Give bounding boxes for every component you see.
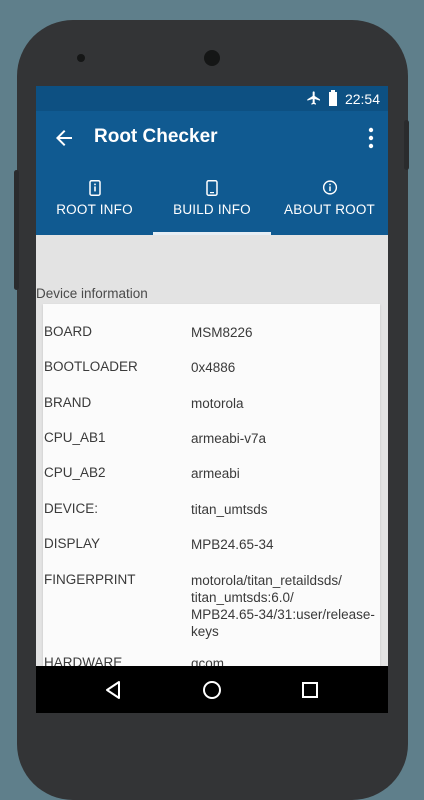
navigation-bar bbox=[36, 666, 388, 713]
volume-button bbox=[14, 170, 19, 290]
section-title: Device information bbox=[36, 286, 148, 301]
front-sensor bbox=[77, 54, 85, 62]
tab-root-info[interactable]: ROOT INFO bbox=[36, 167, 153, 235]
info-key: CPU_AB2 bbox=[44, 465, 106, 480]
info-key: BRAND bbox=[44, 395, 92, 410]
info-key: DISPLAY bbox=[44, 536, 101, 551]
info-value: armeabi-v7a bbox=[191, 431, 267, 446]
back-arrow-icon[interactable] bbox=[52, 126, 76, 150]
back-triangle-icon[interactable] bbox=[99, 676, 127, 704]
info-value: armeabi bbox=[191, 466, 240, 481]
overflow-menu-icon[interactable] bbox=[368, 127, 374, 149]
selected-tab-indicator bbox=[153, 232, 271, 235]
tab-label: BUILD INFO bbox=[173, 202, 251, 217]
recents-square-icon[interactable] bbox=[296, 676, 324, 704]
info-value: MPB24.65-34 bbox=[191, 537, 274, 552]
tab-build-info[interactable]: BUILD INFO bbox=[153, 167, 271, 235]
battery-icon bbox=[329, 90, 337, 106]
app-bar: Root Checker bbox=[36, 111, 388, 167]
tab-label: ABOUT ROOT bbox=[283, 202, 375, 217]
power-button bbox=[404, 120, 409, 170]
info-value: titan_umtsds bbox=[191, 502, 268, 517]
status-time: 22:54 bbox=[344, 91, 380, 107]
phone-icon bbox=[206, 180, 218, 196]
tab-about-root[interactable]: ABOUT ROOT bbox=[271, 167, 388, 235]
info-value: MSM8226 bbox=[191, 325, 253, 340]
info-value: 0x4886 bbox=[191, 360, 236, 375]
info-key: BOARD bbox=[44, 324, 93, 339]
screen: 22:54 Root Checker ROOT INFO BUILD INFO … bbox=[36, 86, 388, 713]
info-key: CPU_AB1 bbox=[44, 430, 106, 445]
tab-bar: ROOT INFO BUILD INFO ABOUT ROOT bbox=[36, 167, 388, 235]
home-circle-icon[interactable] bbox=[198, 676, 226, 704]
info-value: motorola/titan_retaildsds/ titan_umtsds:… bbox=[191, 573, 375, 639]
info-circle-icon bbox=[322, 180, 337, 195]
airplane-icon bbox=[307, 91, 320, 105]
status-bar: 22:54 bbox=[36, 86, 388, 111]
info-key: FINGERPRINT bbox=[44, 572, 136, 587]
phone-info-icon bbox=[88, 180, 101, 196]
info-value: motorola bbox=[191, 396, 244, 411]
front-camera bbox=[204, 50, 220, 66]
app-title: Root Checker bbox=[94, 126, 218, 147]
device-info-card: BOARD MSM8226 BOOTLOADER 0x4886 BRAND mo… bbox=[43, 304, 380, 713]
info-key: BOOTLOADER bbox=[44, 359, 138, 374]
info-key: DEVICE: bbox=[44, 501, 99, 516]
tab-label: ROOT INFO bbox=[56, 202, 133, 217]
